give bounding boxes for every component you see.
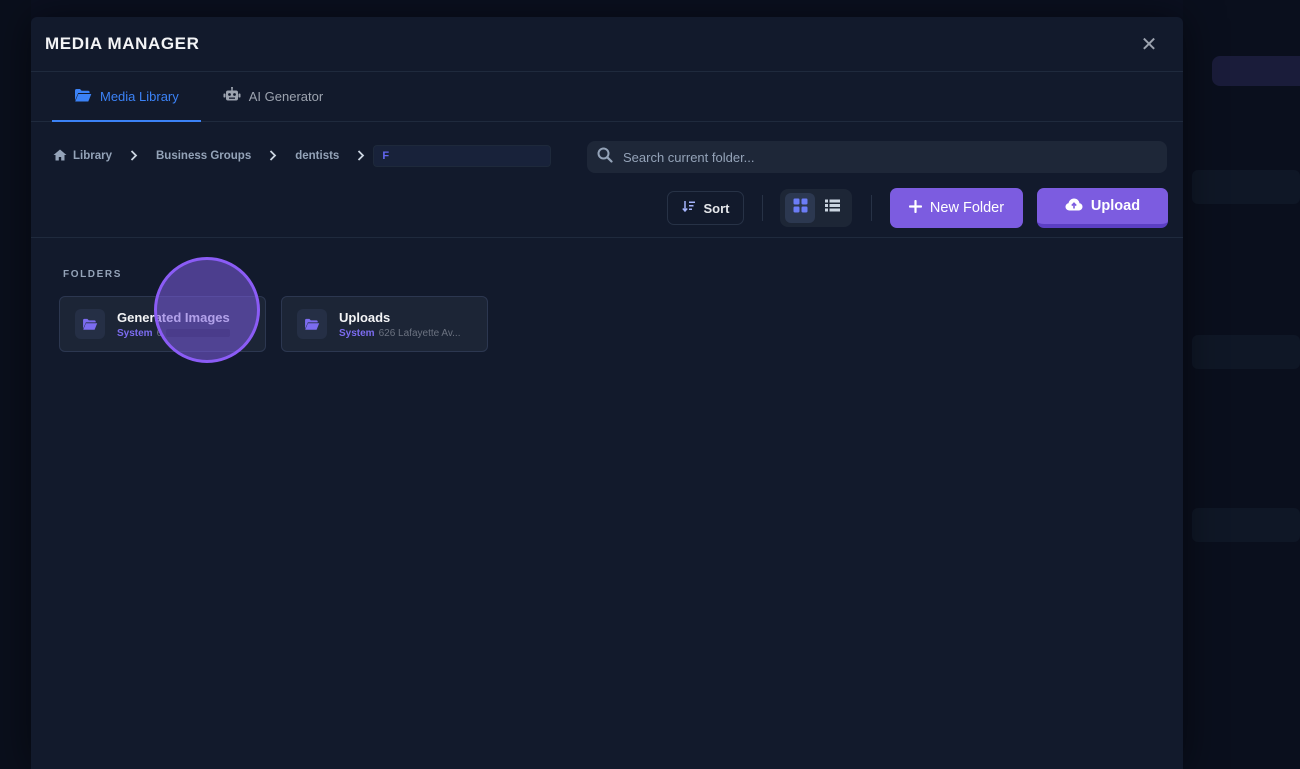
background-right-panel	[1183, 0, 1300, 769]
home-icon	[53, 149, 67, 164]
sort-icon	[681, 200, 696, 216]
breadcrumb: Library Business Groups dentists F	[53, 141, 552, 171]
search-input[interactable]	[623, 149, 1143, 165]
chevron-right-icon	[357, 149, 365, 164]
redacted-text	[166, 329, 231, 337]
folders-section-label: FOLDERS	[63, 269, 122, 280]
chevron-right-icon	[130, 149, 138, 164]
breadcrumb-business-groups[interactable]: Business Groups	[156, 150, 251, 162]
media-manager-modal: MEDIA MANAGER ✕ Media Library AI Generat…	[31, 17, 1183, 769]
tab-label: Media Library	[100, 89, 179, 104]
folder-card[interactable]: Uploads System 626 Lafayette Av...	[281, 296, 488, 352]
close-icon[interactable]: ✕	[1139, 32, 1159, 57]
upload-button[interactable]: Upload	[1037, 188, 1168, 228]
new-folder-label: New Folder	[929, 200, 1005, 216]
background-row	[1192, 335, 1300, 369]
system-badge: System	[117, 327, 153, 339]
system-badge: System	[339, 327, 375, 339]
folder-name: Uploads	[339, 309, 391, 325]
breadcrumb-current-folder-field[interactable]: F	[373, 145, 552, 167]
sort-button[interactable]: Sort	[667, 191, 744, 225]
new-folder-button[interactable]: New Folder	[890, 188, 1023, 228]
list-icon	[824, 199, 840, 217]
cloud-upload-icon	[1065, 198, 1083, 215]
tab-bar: Media Library AI Generator	[31, 72, 1183, 122]
breadcrumb-label: Library	[73, 150, 112, 162]
sort-label: Sort	[703, 200, 730, 216]
modal-title: MEDIA MANAGER	[45, 34, 200, 53]
breadcrumb-library[interactable]: Library	[53, 149, 112, 164]
toolbar-divider	[762, 195, 763, 221]
folder-card[interactable]: Generated Images System 6	[59, 296, 266, 352]
folder-open-icon	[74, 88, 92, 106]
folder-text: Uploads System 626 Lafayette Av...	[339, 310, 461, 339]
background-sidebar	[0, 0, 31, 769]
background-button	[1212, 56, 1300, 86]
grid-icon	[793, 198, 808, 218]
tab-label: AI Generator	[248, 89, 324, 104]
view-toggle	[780, 189, 852, 227]
folder-meta: System 626 Lafayette Av...	[339, 328, 461, 339]
tab-ai-generator[interactable]: AI Generator	[201, 72, 345, 121]
background-row	[1192, 170, 1300, 204]
search-box	[587, 141, 1167, 173]
folder-name: Generated Images	[117, 309, 230, 325]
folder-meta: System 6	[117, 327, 231, 339]
tab-media-library[interactable]: Media Library	[52, 72, 201, 122]
background-row	[1192, 508, 1300, 542]
robot-icon	[223, 86, 241, 106]
toolbar: Library Business Groups dentists F Searc…	[31, 122, 1183, 238]
search-icon	[597, 147, 613, 168]
grid-view-button[interactable]	[785, 193, 815, 223]
folder-icon	[75, 309, 105, 339]
breadcrumb-label: Business Groups	[156, 150, 252, 162]
chevron-right-icon	[269, 149, 277, 164]
plus-icon	[908, 199, 923, 217]
folder-meta-text: 626 Lafayette Av...	[378, 327, 461, 339]
folder-icon	[297, 309, 327, 339]
folder-meta-text: 6	[156, 327, 163, 339]
upload-label: Upload	[1090, 198, 1141, 214]
list-view-button[interactable]	[817, 193, 847, 223]
breadcrumb-dentists[interactable]: dentists	[295, 150, 339, 162]
modal-header: MEDIA MANAGER ✕	[31, 17, 1183, 72]
toolbar-divider	[871, 195, 872, 221]
folder-text: Generated Images System 6	[117, 309, 231, 339]
breadcrumb-label: dentists	[295, 150, 340, 162]
